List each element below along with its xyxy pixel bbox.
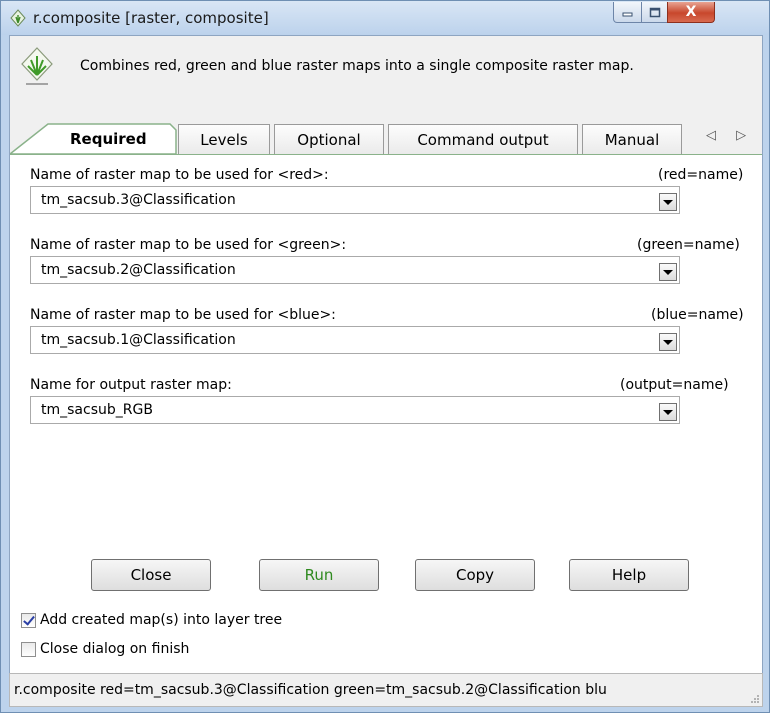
green-map-combo[interactable]: tm_sacsub.2@Classification — [30, 256, 680, 284]
tab-manual[interactable]: Manual — [582, 124, 682, 154]
add-to-layer-tree-option[interactable]: Add created map(s) into layer tree — [21, 612, 282, 628]
close-on-finish-checkbox[interactable] — [21, 641, 36, 657]
close-on-finish-label: Close dialog on finish — [40, 641, 190, 657]
minimize-icon — [622, 12, 632, 17]
tab-scroll-arrows[interactable]: ◁ ▷ — [706, 128, 754, 143]
red-map-key: (red=name) — [658, 167, 744, 183]
blue-map-key: (blue=name) — [651, 307, 744, 323]
add-to-layer-tree-label: Add created map(s) into layer tree — [40, 612, 283, 628]
window-title: r.composite [raster, composite] — [33, 9, 269, 27]
blue-map-label: Name of raster map to be used for <blue>… — [30, 307, 336, 323]
copy-button[interactable]: Copy — [415, 559, 535, 591]
output-map-label: Name for output raster map: — [30, 377, 232, 393]
tab-optional[interactable]: Optional — [274, 124, 384, 154]
dialog-window: r.composite [raster, composite] X Combin… — [0, 0, 770, 713]
close-on-finish-option[interactable]: Close dialog on finish — [21, 641, 189, 657]
output-map-key: (output=name) — [620, 377, 729, 393]
module-description: Combines red, green and blue raster maps… — [10, 36, 762, 116]
command-preview-text: r.composite red=tm_sacsub.3@Classificati… — [14, 682, 607, 698]
tab-required[interactable]: Required — [70, 130, 147, 148]
minimize-button[interactable] — [613, 2, 642, 23]
description-text: Combines red, green and blue raster maps… — [80, 58, 634, 74]
maximize-icon — [649, 7, 660, 17]
dialog-body: Combines red, green and blue raster maps… — [9, 35, 763, 705]
tab-command-output[interactable]: Command output — [388, 124, 578, 154]
run-button[interactable]: Run — [259, 559, 379, 591]
chevron-down-icon[interactable] — [659, 263, 677, 281]
blue-map-value: tm_sacsub.1@Classification — [41, 332, 236, 348]
chevron-down-icon[interactable] — [659, 193, 677, 211]
grass-logo-icon — [21, 47, 53, 85]
help-button[interactable]: Help — [569, 559, 689, 591]
blue-map-combo[interactable]: tm_sacsub.1@Classification — [30, 326, 680, 354]
red-map-value: tm_sacsub.3@Classification — [41, 192, 236, 208]
add-to-layer-tree-checkbox[interactable] — [21, 612, 36, 628]
close-icon: X — [685, 4, 697, 20]
output-map-value: tm_sacsub_RGB — [41, 402, 153, 418]
tab-strip: Required Levels Optional Command output … — [10, 116, 762, 154]
close-button[interactable]: Close — [91, 559, 211, 591]
grass-app-icon — [10, 9, 26, 27]
maximize-button[interactable] — [641, 2, 668, 23]
chevron-down-icon[interactable] — [659, 333, 677, 351]
green-map-label: Name of raster map to be used for <green… — [30, 237, 347, 253]
close-window-button[interactable]: X — [667, 2, 715, 23]
red-map-label: Name of raster map to be used for <red>: — [30, 167, 329, 183]
title-bar[interactable]: r.composite [raster, composite] X — [1, 1, 769, 35]
tab-levels[interactable]: Levels — [178, 124, 270, 154]
green-map-value: tm_sacsub.2@Classification — [41, 262, 236, 278]
chevron-down-icon[interactable] — [659, 403, 677, 421]
red-map-combo[interactable]: tm_sacsub.3@Classification — [30, 186, 680, 214]
green-map-key: (green=name) — [637, 237, 740, 253]
output-map-combo[interactable]: tm_sacsub_RGB — [30, 396, 680, 424]
command-status-bar: r.composite red=tm_sacsub.3@Classificati… — [9, 673, 763, 707]
resize-grip-icon[interactable] — [750, 694, 760, 704]
